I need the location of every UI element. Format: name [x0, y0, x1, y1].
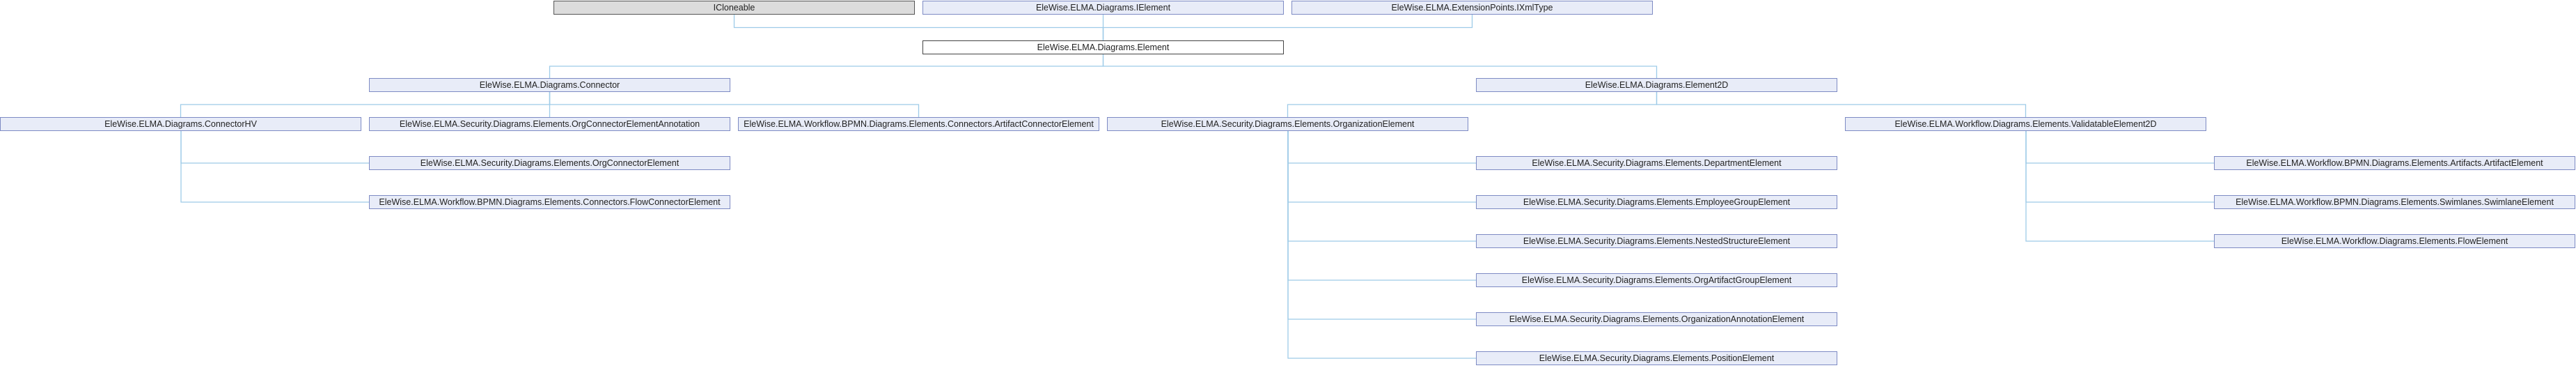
- class-node[interactable]: EleWise.ELMA.Security.Diagrams.Elements.…: [1476, 273, 1837, 287]
- inheritance-edge: [2025, 131, 2214, 203]
- inheritance-edge: [180, 131, 369, 164]
- class-node[interactable]: EleWise.ELMA.Security.Diagrams.Elements.…: [369, 117, 730, 131]
- class-node[interactable]: EleWise.ELMA.Diagrams.Element2D: [1476, 78, 1837, 92]
- class-node[interactable]: EleWise.ELMA.Security.Diagrams.Elements.…: [1476, 312, 1837, 326]
- class-node[interactable]: EleWise.ELMA.Workflow.BPMN.Diagrams.Elem…: [2214, 156, 2575, 170]
- class-node[interactable]: ICloneable: [553, 1, 915, 15]
- class-node[interactable]: EleWise.ELMA.ExtensionPoints.IXmlType: [1291, 1, 1653, 15]
- inheritance-edge: [1287, 131, 1476, 203]
- inheritance-edges: [180, 15, 2214, 359]
- class-node[interactable]: EleWise.ELMA.Security.Diagrams.Elements.…: [369, 156, 730, 170]
- class-node[interactable]: EleWise.ELMA.Security.Diagrams.Elements.…: [1476, 234, 1837, 248]
- class-node[interactable]: EleWise.ELMA.Security.Diagrams.Elements.…: [1476, 351, 1837, 365]
- class-node[interactable]: EleWise.ELMA.Workflow.BPMN.Diagrams.Elem…: [2214, 195, 2575, 209]
- class-node[interactable]: EleWise.ELMA.Diagrams.Connector: [369, 78, 730, 92]
- class-node[interactable]: EleWise.ELMA.Diagrams.IElement: [922, 1, 1284, 15]
- class-node[interactable]: EleWise.ELMA.Workflow.BPMN.Diagrams.Elem…: [738, 117, 1099, 131]
- inheritance-edge: [549, 54, 1104, 78]
- inheritance-edge: [1287, 131, 1476, 164]
- inheritance-edge: [1102, 54, 1658, 78]
- class-node[interactable]: EleWise.ELMA.Security.Diagrams.Elements.…: [1107, 117, 1468, 131]
- inheritance-edge: [1287, 131, 1476, 281]
- class-node[interactable]: EleWise.ELMA.Workflow.Diagrams.Elements.…: [1845, 117, 2206, 131]
- class-node[interactable]: EleWise.ELMA.Workflow.BPMN.Diagrams.Elem…: [369, 195, 730, 209]
- inheritance-edge: [1287, 131, 1476, 242]
- class-hierarchy-diagram: ICloneable EleWise.ELMA.Diagrams.IElement…: [0, 0, 2576, 368]
- class-node[interactable]: EleWise.ELMA.Diagrams.ConnectorHV: [0, 117, 361, 131]
- inheritance-edge: [549, 92, 920, 117]
- inheritance-edge: [1287, 92, 1658, 117]
- class-node[interactable]: EleWise.ELMA.Diagrams.Element: [922, 40, 1284, 54]
- inheritance-edge: [180, 131, 369, 203]
- inheritance-edge: [1287, 131, 1476, 320]
- inheritance-edge: [1656, 92, 2027, 117]
- inheritance-edge: [180, 92, 551, 117]
- class-node[interactable]: EleWise.ELMA.Security.Diagrams.Elements.…: [1476, 195, 1837, 209]
- inheritance-edge: [1102, 15, 1473, 40]
- inheritance-edge: [2025, 131, 2214, 242]
- inheritance-edge: [1287, 131, 1476, 359]
- inheritance-edge: [733, 15, 1104, 40]
- class-node[interactable]: EleWise.ELMA.Workflow.Diagrams.Elements.…: [2214, 234, 2575, 248]
- class-node[interactable]: EleWise.ELMA.Security.Diagrams.Elements.…: [1476, 156, 1837, 170]
- inheritance-edge: [2025, 131, 2214, 164]
